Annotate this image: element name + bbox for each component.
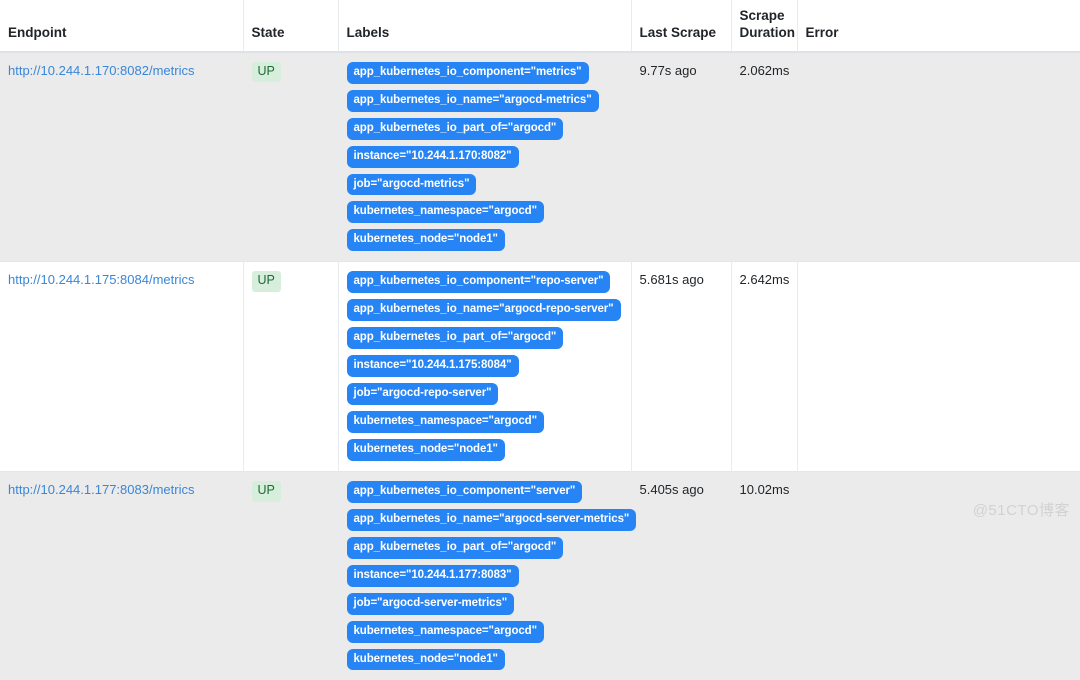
label-badge[interactable]: app_kubernetes_io_part_of="argocd" <box>346 536 564 559</box>
label-badge[interactable]: kubernetes_node="node1" <box>346 438 505 461</box>
label-badge[interactable]: app_kubernetes_io_component="metrics" <box>346 61 589 84</box>
label-badge[interactable]: job="argocd-server-metrics" <box>346 592 515 615</box>
label-list: app_kubernetes_io_component="metrics"app… <box>346 61 623 252</box>
label-badge[interactable]: kubernetes_node="node1" <box>346 229 505 252</box>
cell-last-scrape: 5.681s ago <box>630 261 731 472</box>
cell-last-scrape: 9.77s ago <box>630 51 731 262</box>
table-row: http://10.244.1.170:8082/metrics UP app_ku… <box>0 51 1080 262</box>
targets-table-screen: Endpoint State Labels Last Scrape Scrape… <box>0 0 1080 680</box>
label-badge[interactable]: kubernetes_node="node1" <box>346 648 505 671</box>
cell-scrape-duration: 10.02ms <box>730 470 797 680</box>
cell-endpoint: http://10.244.1.177:8083/metrics <box>0 470 243 680</box>
label-badge[interactable]: app_kubernetes_io_name="argocd-server-me… <box>346 508 637 531</box>
label-badge[interactable]: app_kubernetes_io_part_of="argocd" <box>346 117 564 140</box>
label-badge[interactable]: app_kubernetes_io_name="argocd-metrics" <box>346 89 599 112</box>
cell-state: UP <box>242 470 338 680</box>
table-header-row: Endpoint State Labels Last Scrape Scrape… <box>0 0 1080 53</box>
cell-endpoint: http://10.244.1.175:8084/metrics <box>0 261 243 472</box>
label-badge[interactable]: app_kubernetes_io_name="argocd-repo-serv… <box>346 299 621 322</box>
cell-labels: app_kubernetes_io_component="repo-server… <box>337 261 631 472</box>
endpoint-link[interactable]: http://10.244.1.177:8083/metrics <box>8 482 194 497</box>
column-header-endpoint[interactable]: Endpoint <box>0 0 243 53</box>
table-body: http://10.244.1.170:8082/metrics UP app_ku… <box>0 51 1080 680</box>
label-badge[interactable]: app_kubernetes_io_component="repo-server… <box>346 271 611 294</box>
column-header-state[interactable]: State <box>242 0 338 53</box>
cell-labels: app_kubernetes_io_component="metrics"app… <box>337 51 631 262</box>
label-badge[interactable]: app_kubernetes_io_part_of="argocd" <box>346 327 564 350</box>
cell-state: UP <box>242 261 338 472</box>
label-badge[interactable]: job="argocd-metrics" <box>346 173 477 196</box>
table-row: http://10.244.1.177:8083/metrics UP app_ku… <box>0 470 1080 680</box>
column-header-labels[interactable]: Labels <box>337 0 631 53</box>
cell-error <box>796 51 1080 262</box>
cell-labels: app_kubernetes_io_component="server" app_… <box>337 470 637 680</box>
status-badge: UP <box>251 61 281 83</box>
column-header-scrape-duration[interactable]: Scrape Duration <box>730 0 797 53</box>
table-row: http://10.244.1.175:8084/metrics UP app_ku… <box>0 261 1080 472</box>
label-badge[interactable]: kubernetes_namespace="argocd" <box>346 620 544 643</box>
cell-state: UP <box>242 51 338 262</box>
label-badge[interactable]: kubernetes_namespace="argocd" <box>346 411 544 433</box>
cell-scrape-duration: 2.062ms <box>730 51 797 262</box>
cell-scrape-duration: 2.642ms <box>730 261 797 472</box>
watermark: @51CTO博客 <box>972 502 1070 519</box>
label-badge[interactable]: instance="10.244.1.175:8084" <box>346 355 519 378</box>
table-header: Endpoint State Labels Last Scrape Scrape… <box>0 0 1080 53</box>
column-header-last-scrape[interactable]: Last Scrape <box>630 0 731 53</box>
label-badge[interactable]: app_kubernetes_io_component="server" <box>346 480 583 503</box>
status-badge: UP <box>251 480 281 502</box>
cell-error <box>796 261 1080 472</box>
status-badge: UP <box>251 271 281 292</box>
label-badge[interactable]: instance="10.244.1.177:8083" <box>346 564 519 587</box>
label-badge[interactable]: kubernetes_namespace="argocd" <box>346 201 544 224</box>
cell-endpoint: http://10.244.1.170:8082/metrics <box>0 51 243 262</box>
endpoint-link[interactable]: http://10.244.1.170:8082/metrics <box>8 63 194 78</box>
scrape-targets-table: Endpoint State Labels Last Scrape Scrape… <box>0 0 1080 680</box>
column-header-error[interactable]: Error <box>796 0 1080 53</box>
label-list: app_kubernetes_io_component="repo-server… <box>346 271 623 461</box>
label-badge[interactable]: job="argocd-repo-server" <box>346 383 499 405</box>
label-badge[interactable]: instance="10.244.1.170:8082" <box>346 145 519 168</box>
label-list: app_kubernetes_io_component="server" app_… <box>346 480 637 671</box>
endpoint-link[interactable]: http://10.244.1.175:8084/metrics <box>8 272 194 287</box>
cell-last-scrape: 5.405s ago <box>630 470 731 680</box>
